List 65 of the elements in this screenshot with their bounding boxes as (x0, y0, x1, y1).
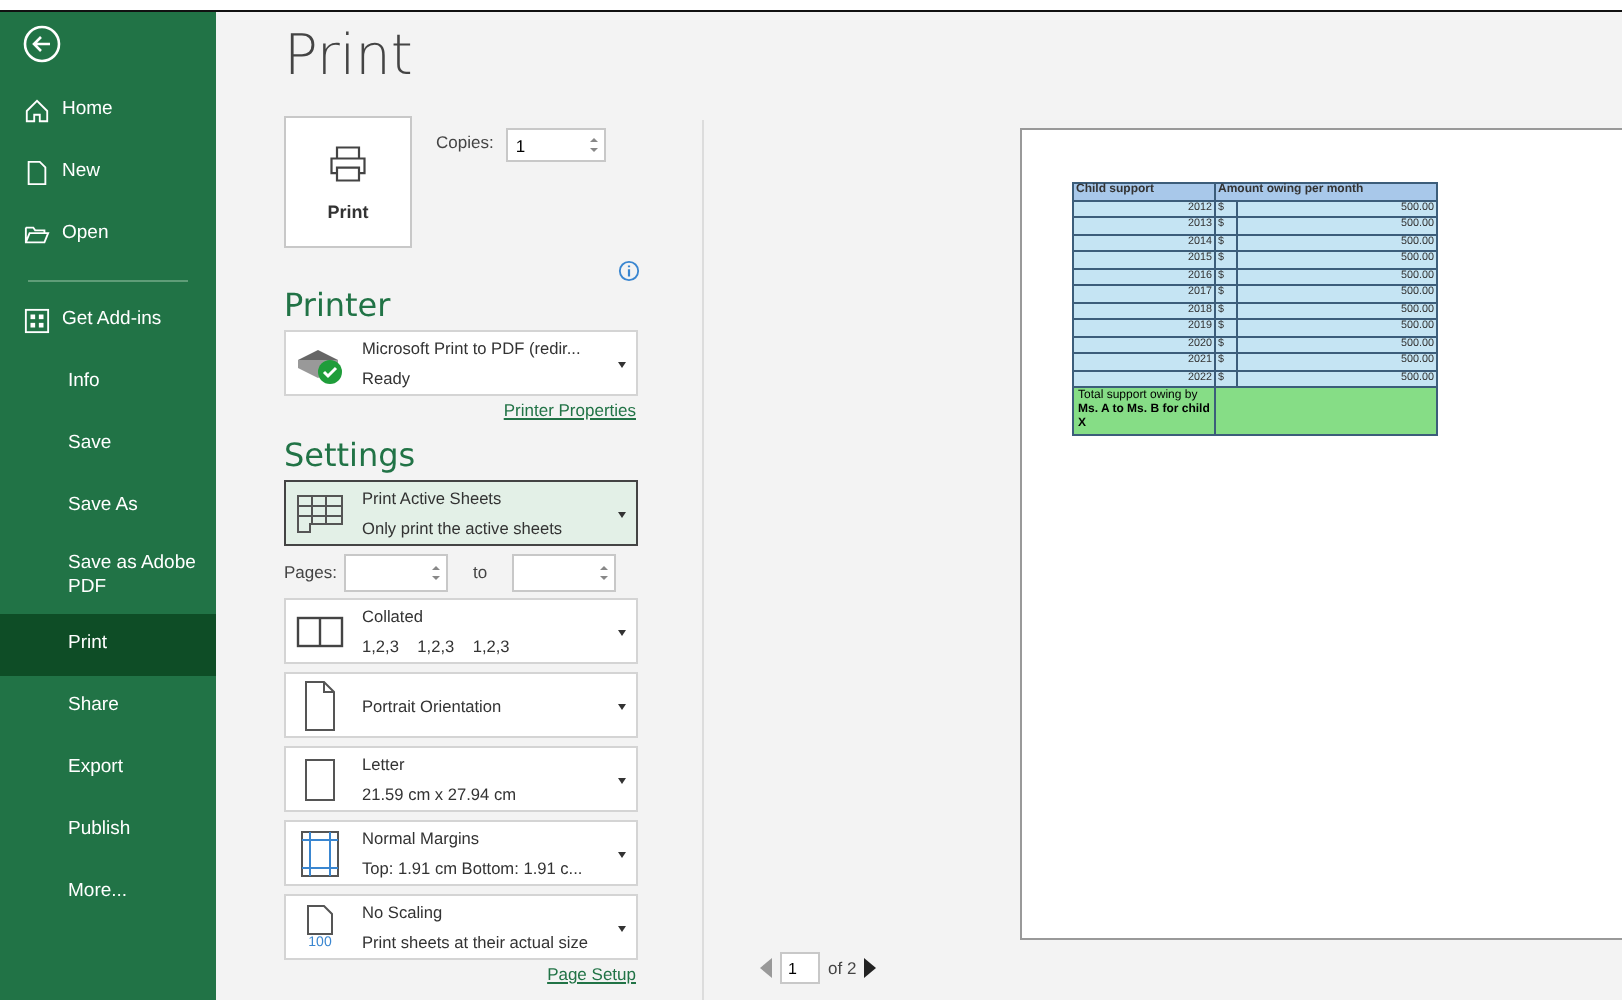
option-title: No Scaling (362, 902, 445, 922)
printer-heading: Printer (284, 286, 391, 324)
print-what-dropdown[interactable]: Print Active Sheets Only print the active sheets (284, 480, 638, 546)
option-title: Print Active Sheets (362, 488, 504, 508)
print-button[interactable]: Print (284, 116, 412, 248)
sidebar-item[interactable]: More... (0, 862, 216, 924)
option-description: Print sheets at their actual size (362, 932, 588, 952)
page-number-field[interactable]: 1 (780, 952, 820, 984)
sidebar-item[interactable]: Save (0, 414, 216, 476)
copies-field[interactable]: 1 (505, 128, 606, 162)
option-title: Collated (362, 606, 425, 626)
info-icon[interactable] (618, 260, 640, 282)
caret-icon (618, 778, 626, 784)
sidebar-item[interactable]: Open (0, 204, 216, 266)
caret-icon (618, 852, 626, 858)
option-description: 1,2,3 1,2,3 1,2,3 (362, 636, 510, 656)
sidebar-item[interactable]: Save As (0, 476, 216, 538)
printer-icon (326, 142, 370, 186)
sidebar-item[interactable]: Share (0, 676, 216, 738)
option-description: 21.59 cm x 27.94 cm (362, 784, 517, 804)
printer-properties-link[interactable]: Printer Properties (503, 400, 636, 420)
option-title: Normal Margins (362, 828, 482, 848)
option-title: Letter (362, 754, 407, 774)
sidebar-item[interactable]: Export (0, 738, 216, 800)
page-title: Print (284, 22, 415, 88)
option-description: Only print the active sheets (362, 518, 563, 538)
spinner-arrows-icon (589, 138, 598, 152)
home-icon (24, 98, 50, 124)
pages-from-field[interactable] (344, 554, 449, 592)
sheet-grid-icon (294, 491, 346, 535)
folder-icon (24, 222, 50, 248)
sidebar-item[interactable]: New (0, 142, 216, 204)
page-icon (306, 904, 334, 936)
next-page-icon[interactable] (864, 958, 877, 978)
copies-label: Copies: (436, 130, 494, 156)
grid-icon (24, 308, 50, 334)
sidebar-item[interactable]: Info (0, 352, 216, 414)
spinner-arrows-icon (432, 566, 441, 580)
option-description: Top: 1.91 cm Bottom: 1.91 c... (362, 858, 583, 878)
sidebar-item[interactable]: Publish (0, 800, 216, 862)
option-title: Portrait Orientation (362, 695, 502, 715)
setting-dropdown[interactable]: Normal Margins Top: 1.91 cm Bottom: 1.91 c... (284, 820, 638, 886)
sidebar-item[interactable]: Print (0, 614, 216, 676)
page-setup-link[interactable]: Page Setup (547, 964, 636, 984)
pages-label: Pages: (284, 560, 337, 586)
sidebar-item[interactable]: Save as Adobe PDF (0, 538, 216, 614)
pages-to-field[interactable] (511, 554, 616, 592)
caret-icon (618, 926, 626, 932)
sidebar-item[interactable]: Home (0, 80, 216, 142)
setting-dropdown[interactable]: Letter 21.59 cm x 27.94 cm (284, 746, 638, 812)
caret-icon (618, 704, 626, 710)
spinner-arrows-icon (599, 566, 608, 580)
caret-icon (618, 362, 626, 368)
printer-status: Ready (362, 368, 412, 388)
setting-dropdown[interactable]: Portrait Orientation (284, 672, 638, 738)
caret-icon (618, 512, 626, 518)
printer-dropdown[interactable]: Microsoft Print to PDF (redir... Ready (284, 330, 638, 396)
printer-name: Microsoft Print to PDF (redir... (362, 338, 581, 358)
caret-icon (618, 630, 626, 636)
setting-dropdown[interactable]: Collated 1,2,3 1,2,3 1,2,3 (284, 598, 638, 664)
document-icon (24, 160, 50, 186)
page-count: of 2 (828, 958, 857, 978)
settings-heading: Settings (284, 436, 418, 474)
to-label: to (472, 560, 488, 586)
sidebar-item[interactable]: Get Add-ins (0, 290, 216, 352)
